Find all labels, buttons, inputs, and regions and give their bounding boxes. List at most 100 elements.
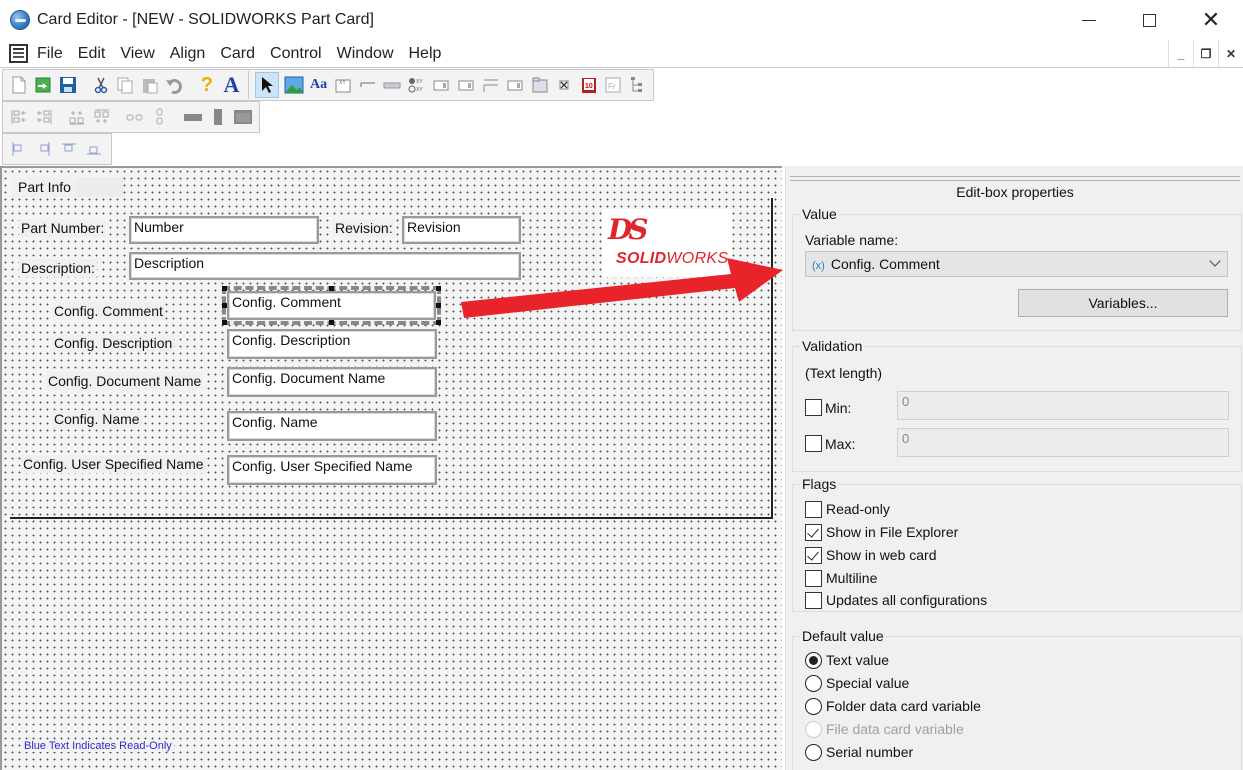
minimize-icon [1082, 19, 1096, 21]
text-value-radio[interactable] [805, 652, 822, 669]
space-horizontal-icon[interactable] [125, 107, 145, 127]
frame-icon[interactable]: XY [333, 75, 353, 95]
tab-strip [77, 177, 123, 197]
properties-panel: Edit-box properties Value Variable name:… [785, 166, 1243, 770]
resize-handle[interactable] [222, 286, 227, 291]
max-label: Max: [825, 436, 856, 452]
menu-control[interactable]: Control [270, 45, 322, 63]
app-icon [10, 10, 30, 30]
maximize-button[interactable] [1118, 0, 1180, 40]
help-icon[interactable]: ? [197, 74, 217, 96]
config-comment-label: Config. Comment [52, 302, 165, 320]
resize-handle[interactable] [329, 286, 334, 291]
new-icon[interactable] [9, 75, 29, 95]
min-checkbox[interactable] [805, 399, 822, 416]
edit-box-icon[interactable] [382, 75, 402, 95]
frame-properties-icon[interactable]: Fr [604, 75, 624, 95]
variables-button[interactable]: Variables... [1018, 289, 1228, 317]
config-comment-field[interactable]: Config. Comment [222, 286, 441, 325]
min-input[interactable]: 0 [897, 391, 1229, 420]
minimize-button[interactable] [1058, 0, 1120, 40]
list-box-icon[interactable] [456, 75, 476, 95]
align-top-icon[interactable] [67, 107, 87, 127]
config-description-field[interactable]: Config. Description [227, 329, 437, 359]
menu-help[interactable]: Help [409, 45, 442, 63]
resize-handle[interactable] [436, 303, 441, 308]
menu-view[interactable]: View [120, 45, 154, 63]
paste-icon[interactable] [140, 75, 160, 95]
line-icon[interactable] [358, 75, 378, 95]
undo-icon[interactable] [164, 75, 184, 95]
multiline-checkbox[interactable] [805, 570, 822, 587]
anchor-left-icon[interactable] [9, 139, 29, 159]
same-width-icon[interactable] [183, 107, 203, 127]
config-user-specified-name-field[interactable]: Config. User Specified Name [227, 455, 437, 485]
config-document-name-field[interactable]: Config. Document Name [227, 367, 437, 397]
anchor-bottom-icon[interactable] [84, 139, 104, 159]
mdi-restore-button[interactable]: ❐ [1193, 40, 1218, 67]
label-icon[interactable]: Aa [309, 75, 329, 95]
space-vertical-icon[interactable] [150, 107, 170, 127]
folder-data-card-variable-radio[interactable] [805, 698, 822, 715]
open-icon[interactable] [34, 75, 54, 95]
cut-icon[interactable] [91, 75, 111, 95]
mdi-minimize-button[interactable]: _ [1168, 40, 1193, 67]
revision-field[interactable]: Revision [402, 216, 521, 244]
svg-text:XY: XY [339, 80, 346, 86]
menu-file[interactable]: File [37, 45, 63, 63]
align-left-icon[interactable] [9, 107, 29, 127]
config-name-field[interactable]: Config. Name [227, 411, 437, 441]
updates-all-configurations-checkbox[interactable] [805, 592, 822, 609]
tab-part-info[interactable]: Part Info [11, 177, 77, 197]
resize-handle[interactable] [436, 320, 441, 325]
show-in-file-explorer-checkbox[interactable] [805, 524, 822, 541]
tree-icon[interactable] [628, 75, 648, 95]
anchor-top-icon[interactable] [59, 139, 79, 159]
group-box-icon[interactable] [481, 75, 501, 95]
mdi-close-button[interactable]: ✕ [1218, 40, 1243, 67]
copy-icon[interactable] [115, 75, 135, 95]
panel-grip[interactable] [790, 176, 1240, 181]
resize-handle[interactable] [222, 320, 227, 325]
config-name-label: Config. Name [52, 410, 142, 428]
max-input[interactable]: 0 [897, 428, 1229, 457]
menu-card[interactable]: Card [220, 45, 255, 63]
align-right-icon[interactable] [34, 107, 54, 127]
resize-handle[interactable] [222, 303, 227, 308]
menu-window[interactable]: Window [337, 45, 394, 63]
read-only-checkbox[interactable] [805, 501, 822, 518]
resize-handle[interactable] [436, 286, 441, 291]
select-pointer-icon[interactable] [255, 72, 279, 98]
part-number-field[interactable]: Number [129, 216, 319, 244]
annotation-arrow-icon [461, 258, 783, 318]
preview-icon[interactable]: 10 [579, 75, 599, 95]
picture-icon[interactable] [284, 75, 304, 95]
default-value-group-title: Default value [800, 628, 886, 644]
same-height-icon[interactable] [208, 107, 228, 127]
special-value-radio[interactable] [805, 675, 822, 692]
menu-edit[interactable]: Edit [78, 45, 106, 63]
file-data-card-variable-label: File data card variable [826, 721, 964, 737]
align-bottom-icon[interactable] [92, 107, 112, 127]
save-icon[interactable] [58, 75, 78, 95]
tab-icon[interactable] [530, 75, 550, 95]
max-checkbox[interactable] [805, 435, 822, 452]
panel-title: Edit-box properties [956, 184, 1074, 200]
anchor-right-icon[interactable] [34, 139, 54, 159]
same-size-icon[interactable] [233, 107, 253, 127]
menu-bar: File Edit View Align Card Control Window… [0, 40, 1243, 68]
close-button[interactable]: ✕ [1180, 0, 1242, 40]
font-icon[interactable]: A [222, 72, 242, 97]
combo-box-icon[interactable] [432, 75, 452, 95]
radio-button-icon[interactable]: XY XY [407, 75, 427, 95]
variable-name-select[interactable]: (x) Config. Comment [805, 251, 1228, 277]
menu-align[interactable]: Align [170, 45, 206, 63]
validation-group-title: Validation [800, 338, 865, 354]
drop-list-icon[interactable] [505, 75, 525, 95]
checkbox-icon[interactable] [555, 75, 575, 95]
serial-number-radio[interactable] [805, 744, 822, 761]
resize-handle[interactable] [329, 320, 334, 325]
show-in-web-card-checkbox[interactable] [805, 547, 822, 564]
system-menu-icon[interactable] [9, 44, 28, 63]
svg-text:XY: XY [416, 79, 423, 85]
